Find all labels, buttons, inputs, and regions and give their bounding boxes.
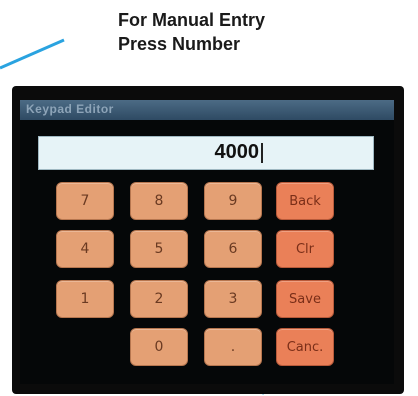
key-3[interactable]: 3: [204, 280, 262, 318]
key-7[interactable]: 7: [56, 182, 114, 220]
keypad-editor-screen: Keypad Editor 4000 7 8 9 Back 4 5 6 Clr …: [20, 100, 394, 384]
callout-line-1: For Manual Entry: [118, 10, 266, 30]
save-button[interactable]: Save: [276, 280, 334, 318]
key-4[interactable]: 4: [56, 230, 114, 268]
key-0[interactable]: 0: [130, 328, 188, 366]
window-titlebar: Keypad Editor: [20, 100, 394, 120]
callout-pointer-line: [0, 38, 65, 70]
key-decimal[interactable]: .: [204, 328, 262, 366]
back-button[interactable]: Back: [276, 182, 334, 220]
key-9[interactable]: 9: [204, 182, 262, 220]
key-6[interactable]: 6: [204, 230, 262, 268]
key-1[interactable]: 1: [56, 280, 114, 318]
cancel-button[interactable]: Canc.: [276, 328, 334, 366]
entry-display[interactable]: 4000: [38, 136, 374, 170]
callout-line-2: Press Number: [118, 34, 241, 54]
key-5[interactable]: 5: [130, 230, 188, 268]
key-8[interactable]: 8: [130, 182, 188, 220]
text-caret: [261, 143, 263, 163]
key-2[interactable]: 2: [130, 280, 188, 318]
window-title: Keypad Editor: [26, 102, 114, 116]
entry-value: 4000: [214, 141, 260, 163]
clear-button[interactable]: Clr: [276, 230, 334, 268]
instruction-callout: For Manual Entry Press Number: [118, 8, 265, 56]
